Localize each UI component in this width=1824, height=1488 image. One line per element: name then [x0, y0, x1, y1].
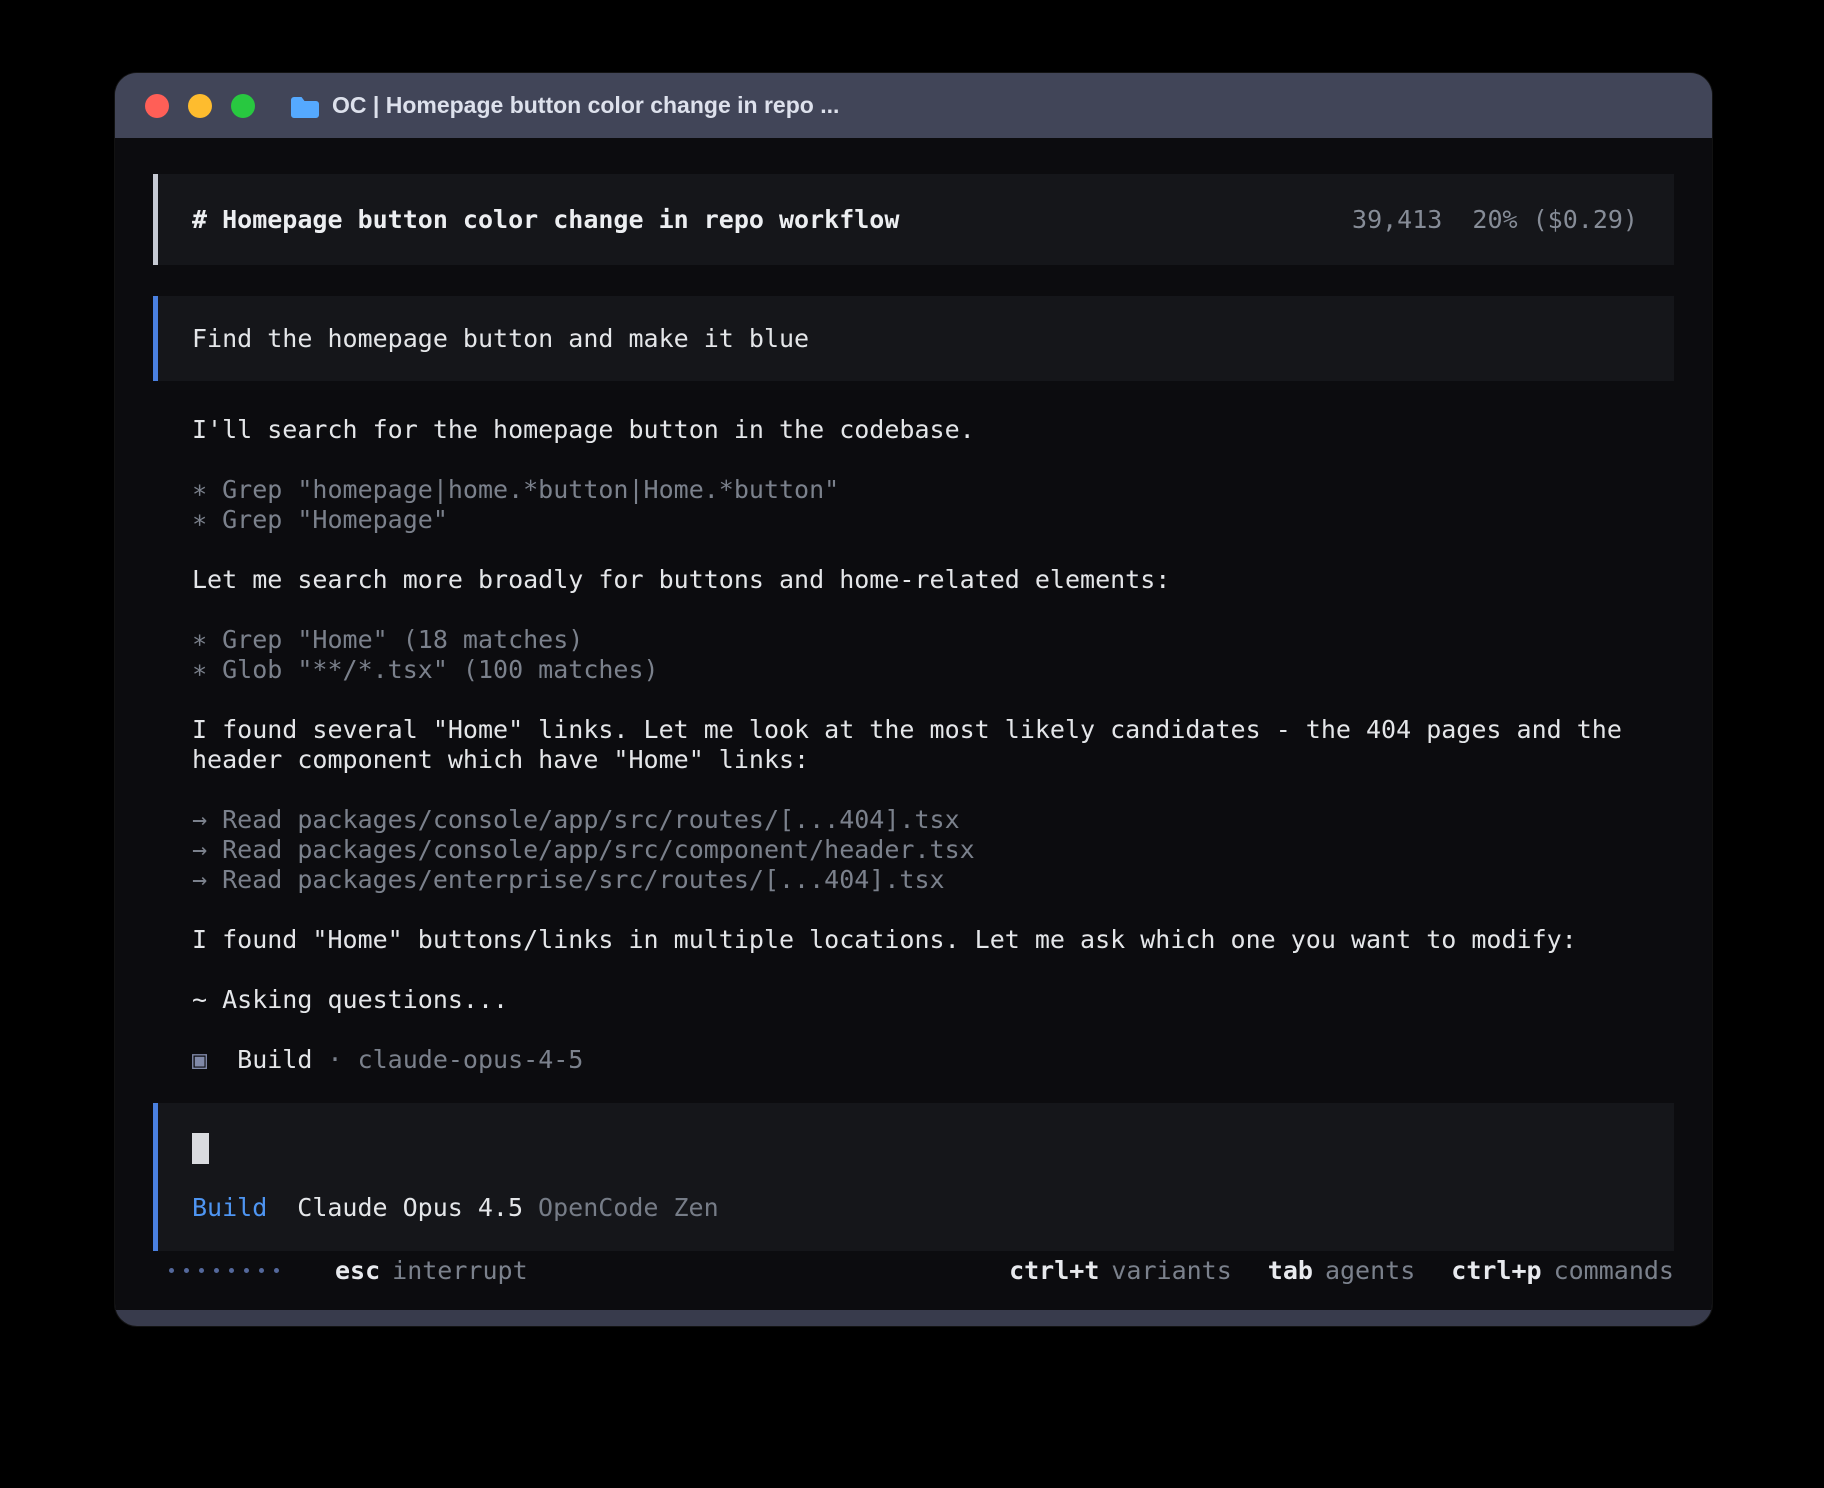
transcript-line-tool: ∗ Grep "Home" (18 matches) [192, 625, 1674, 655]
token-count: 39,413 [1352, 205, 1442, 234]
user-message-text: Find the homepage button and make it blu… [192, 324, 809, 353]
agent-status-icon: ▣ [192, 1045, 237, 1074]
shortcut-hint-ctrl-t: ctrl+t variants [1009, 1256, 1232, 1285]
spinner-dot [184, 1268, 189, 1273]
shortcut-label: commands [1554, 1256, 1674, 1285]
esc-key: esc [335, 1256, 380, 1285]
provider-name: OpenCode Zen [538, 1193, 719, 1223]
transcript-line-tool: ∗ Grep "homepage|home.*button|Home.*butt… [192, 475, 1674, 505]
transcript-line-blank [192, 535, 1674, 565]
spinner-dot [274, 1268, 279, 1273]
spinner [169, 1268, 279, 1273]
transcript-line-blank [192, 445, 1674, 475]
transcript-line-agent: ▣ Build · claude-opus-4-5 [192, 1045, 1674, 1075]
text-cursor [192, 1133, 209, 1164]
spinner-dot [259, 1268, 264, 1273]
transcript-line-text: I'll search for the homepage button in t… [192, 415, 1674, 445]
agent-status-name: Build [237, 1045, 312, 1074]
shortcut-key: ctrl+p [1451, 1256, 1541, 1285]
shortcut-label: agents [1325, 1256, 1415, 1285]
shortcut-hint-tab: tab agents [1268, 1256, 1415, 1285]
shortcut-label: variants [1111, 1256, 1231, 1285]
transcript-line-text: I found "Home" buttons/links in multiple… [192, 925, 1674, 955]
maximize-button[interactable] [231, 94, 255, 118]
transcript-line-tool: → Read packages/console/app/src/routes/[… [192, 805, 1674, 835]
transcript-line-blank [192, 685, 1674, 715]
transcript-line-tool: → Read packages/console/app/src/componen… [192, 835, 1674, 865]
interrupt-hint: esc interrupt [335, 1256, 528, 1285]
transcript-line-blank [192, 955, 1674, 985]
shortcut-hints: ctrl+t variants tab agents ctrl+p commands [1009, 1256, 1674, 1285]
status-left: esc interrupt [169, 1256, 528, 1285]
session-title: # Homepage button color change in repo w… [192, 205, 899, 234]
folder-shape [291, 97, 319, 118]
spinner-dot [214, 1268, 219, 1273]
terminal-window: OC | Homepage button color change in rep… [115, 73, 1712, 1326]
transcript: I'll search for the homepage button in t… [153, 415, 1674, 1075]
transcript-line-text: ~ Asking questions... [192, 985, 1674, 1015]
transcript-line-tool: ∗ Glob "**/*.tsx" (100 matches) [192, 655, 1674, 685]
shortcut-key: ctrl+t [1009, 1256, 1099, 1285]
transcript-line-blank [192, 775, 1674, 805]
transcript-line-blank [192, 595, 1674, 625]
model-name: Claude Opus 4.5 [297, 1193, 523, 1223]
shortcut-key: tab [1268, 1256, 1313, 1285]
title-group: OC | Homepage button color change in rep… [289, 92, 839, 119]
context-usage: 20% ($0.29) [1472, 205, 1638, 234]
transcript-line-tool: ∗ Grep "Homepage" [192, 505, 1674, 535]
spinner-dot [199, 1268, 204, 1273]
agent-status-separator: · [312, 1045, 357, 1074]
transcript-line-text: Let me search more broadly for buttons a… [192, 565, 1674, 595]
status-bar: escinterrupt ctrl+tvariantstabagentsctrl… [153, 1255, 1674, 1285]
input-status-line: Build Claude Opus 4.5 OpenCode Zen [192, 1193, 1674, 1223]
transcript-line-tool: → Read packages/enterprise/src/routes/[.… [192, 865, 1674, 895]
spinner-dot [244, 1268, 249, 1273]
spinner-dot [229, 1268, 234, 1273]
agent-mode-label[interactable]: Build [192, 1193, 267, 1223]
transcript-line-blank [192, 1015, 1674, 1045]
user-message: Find the homepage button and make it blu… [153, 296, 1674, 381]
window-title: OC | Homepage button color change in rep… [332, 92, 839, 119]
transcript-line-blank [192, 895, 1674, 925]
shortcut-hint-ctrl-p: ctrl+p commands [1451, 1256, 1674, 1285]
traffic-lights [145, 94, 255, 118]
minimize-button[interactable] [188, 94, 212, 118]
folder-icon [289, 94, 319, 118]
titlebar[interactable]: OC | Homepage button color change in rep… [115, 73, 1712, 138]
transcript-line-text: I found several "Home" links. Let me loo… [192, 715, 1674, 775]
close-button[interactable] [145, 94, 169, 118]
spinner-dot [169, 1268, 174, 1273]
session-meta: 39,413 20% ($0.29) [1352, 205, 1638, 234]
agent-status-model: claude-opus-4-5 [358, 1045, 584, 1074]
prompt-input[interactable]: Build Claude Opus 4.5 OpenCode Zen [153, 1103, 1674, 1251]
interrupt-label: interrupt [392, 1256, 527, 1285]
session-header: # Homepage button color change in repo w… [153, 174, 1674, 265]
terminal-content: # Homepage button color change in repo w… [115, 138, 1712, 1310]
